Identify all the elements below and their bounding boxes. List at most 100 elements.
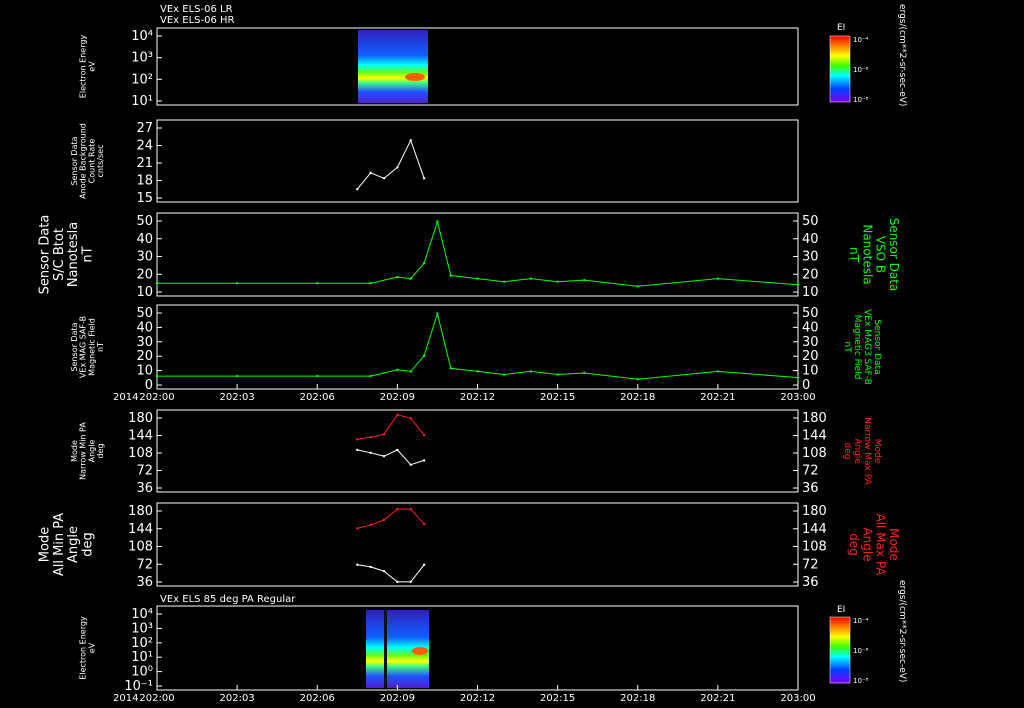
y-axis-label-left: Electron EnergyeV (79, 35, 97, 99)
data-point (449, 274, 452, 277)
y-axis-label-line: eV (87, 61, 96, 72)
y-axis-label-right: ModeNarrow Max PAAngledeg (842, 417, 882, 485)
title-lr: VEx ELS-06 LR (160, 4, 233, 15)
y-axis-label-line: Nanotesla (860, 224, 874, 284)
y-axis-label-line: Sensor Data (872, 319, 882, 374)
data-point (369, 523, 372, 527)
data-point (316, 374, 319, 378)
data-point (356, 448, 359, 452)
data-point (796, 283, 800, 286)
y-axis-label-left: Sensor DataVEx MAG SAF-BMagnetic FieldnT (70, 316, 105, 378)
y-axis-label-line: deg (96, 443, 105, 458)
y-axis-label-left: Sensor DataAnode BackgroundCount Ratecnt… (70, 123, 105, 199)
y-axis-label-line: Sensor Data (38, 215, 53, 295)
data-point (716, 277, 720, 280)
y-tick-label-right: 30 (802, 250, 819, 265)
time-tick-label: 202:06 (300, 693, 335, 704)
y-axis-label-line: Sensor Data (887, 218, 901, 292)
y-tick-label-left: 40 (136, 320, 153, 335)
line-series-narrow-pa-0 (357, 414, 425, 440)
data-point (396, 448, 399, 452)
y-axis-label-line: Sensor Data (70, 322, 79, 371)
data-point (422, 522, 426, 526)
y-tick-label-left: 10⁴ (131, 29, 153, 44)
y-tick-label-left: 180 (128, 411, 153, 426)
data-point (422, 433, 426, 437)
data-point (356, 527, 359, 530)
y-axis-label-line: S/C Btot (52, 228, 67, 281)
y-axis-label-line: VSO B (874, 236, 888, 273)
y-tick-label-left: 30 (136, 250, 153, 265)
y-tick-label-left: 144 (128, 429, 153, 444)
y-axis-label-line: Anode Background (79, 123, 88, 199)
data-point (369, 282, 372, 285)
time-tick-label: 202:15 (540, 392, 575, 403)
y-axis-label-line: Mode (38, 527, 53, 562)
y-tick-label-right: 144 (802, 522, 827, 537)
y-tick-label-left: 108 (128, 446, 153, 461)
y-axis-label-line: Angle (66, 526, 81, 563)
data-point (449, 367, 452, 370)
y-tick-label-right: 10 (802, 285, 819, 300)
year-label: 2014 (113, 693, 138, 704)
data-point (382, 455, 386, 458)
y-axis-label-left: Electron EnergyeV (79, 616, 97, 680)
data-point (436, 312, 439, 315)
data-point (409, 139, 412, 142)
line-series-all-pa-0 (357, 508, 425, 529)
y-tick-label-left: 108 (128, 540, 153, 555)
y-axis-label-line: deg (842, 443, 852, 460)
y-tick-label-left: 50 (136, 306, 153, 321)
data-point (369, 171, 372, 175)
y-axis-label-line: Count Rate (87, 139, 96, 184)
line-series-narrow-pa-1 (357, 449, 425, 466)
y-tick-label-left: 18 (136, 174, 153, 189)
y-tick-label-left: 10⁰ (131, 665, 153, 680)
y-axis-label-line: All Min PA (52, 513, 67, 576)
colorbar-bottom-tick-1: 10⁻⁴ (853, 617, 869, 625)
y-tick-label-left: 10² (131, 636, 153, 651)
y-tick-label-left: 20 (136, 267, 153, 282)
line-series-mag-saf-0 (157, 311, 799, 380)
title-85pa: VEx ELS 85 deg PA Regular (160, 594, 296, 605)
time-tick-label: 202:21 (700, 392, 735, 403)
y-axis-label-line: nT (80, 246, 95, 262)
panel-frame-all-pa (156, 502, 799, 587)
data-point (396, 275, 399, 279)
data-point (636, 285, 639, 288)
y-axis-label-left: Sensor DataS/C BtotNanoteslanT (38, 215, 96, 295)
data-point (382, 433, 386, 436)
data-point (396, 166, 399, 169)
data-point (422, 459, 426, 462)
y-tick-label-left: 10² (131, 72, 153, 87)
y-tick-label-right: 108 (802, 540, 827, 555)
data-point (235, 374, 239, 378)
time-tick-label: 202:15 (540, 693, 575, 704)
y-tick-label-left: 10¹ (131, 650, 153, 665)
y-tick-label-left: 72 (136, 464, 153, 479)
data-point (422, 262, 426, 265)
y-axis-label-line: nT (842, 341, 852, 353)
panel-frames (156, 27, 799, 691)
data-point (422, 354, 426, 357)
colorbar-bottom-units: ergs/(cm**2-sr-sec-eV) (897, 580, 907, 682)
data-point (409, 277, 412, 280)
heatmap-gap-85pa (384, 610, 387, 688)
heatmap-els-85pa (366, 610, 429, 688)
data-point (369, 565, 372, 569)
y-axis-label-right: Sensor DataVSO BNanoteslanT (847, 218, 901, 292)
y-tick-label-left: 24 (136, 139, 153, 154)
y-tick-label-right: 180 (802, 411, 827, 426)
data-point (369, 436, 372, 439)
y-axis-label-line: Narrow Min PA (79, 422, 88, 480)
y-axis-label-line: Angle (860, 527, 874, 561)
panel-frame-narrow-pa (156, 409, 799, 493)
data-point (556, 280, 559, 283)
y-tick-label-left: 0 (145, 378, 153, 393)
data-point (409, 507, 412, 511)
data-point (409, 370, 412, 373)
time-tick-label: 203:00 (780, 392, 815, 403)
y-tick-label-left: 36 (136, 575, 153, 590)
y-tick-label-right: 20 (802, 267, 819, 282)
title-hr: VEx ELS-06 HR (160, 15, 235, 26)
